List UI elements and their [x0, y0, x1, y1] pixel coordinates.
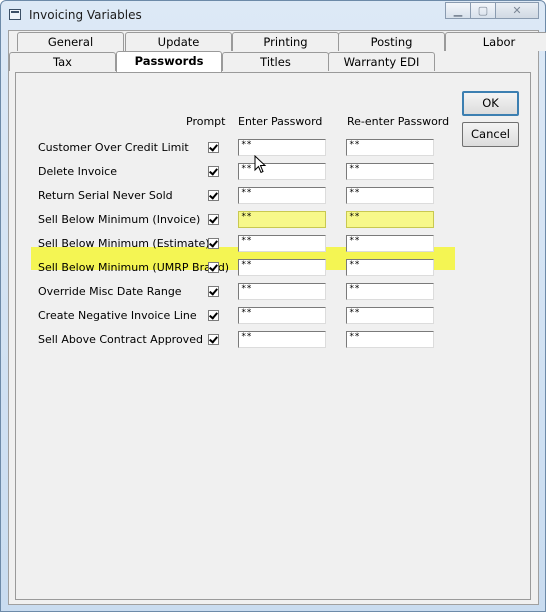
enter-password-header: Enter Password — [238, 115, 323, 128]
tab-tax[interactable]: Tax — [9, 52, 116, 71]
window-icon — [9, 9, 21, 20]
prompt-checkbox[interactable] — [208, 190, 219, 201]
reenter-password-field[interactable]: ** — [346, 283, 434, 300]
caption-buttons: ▁ ▢ ✕ — [445, 2, 539, 20]
invoicing-variables-window: Invoicing Variables ▁ ▢ ✕ General Update… — [0, 0, 546, 612]
reenter-password-field[interactable]: ** — [346, 307, 434, 324]
prompt-checkbox[interactable] — [208, 142, 219, 153]
tab-general[interactable]: General — [17, 32, 124, 51]
enter-password-field[interactable]: ** — [238, 163, 326, 180]
tab-titles[interactable]: Titles — [222, 52, 329, 71]
tab-update[interactable]: Update — [125, 32, 232, 51]
ok-button[interactable]: OK — [462, 91, 519, 116]
row-label: Override Misc Date Range — [38, 285, 182, 298]
mouse-pointer-icon — [254, 155, 267, 174]
enter-password-field[interactable]: ** — [238, 187, 326, 204]
enter-password-field[interactable]: ** — [238, 259, 326, 276]
tab-printing[interactable]: Printing — [232, 32, 339, 51]
cancel-button[interactable]: Cancel — [462, 122, 519, 147]
reenter-password-field[interactable]: ** — [346, 235, 434, 252]
enter-password-field[interactable]: ** — [238, 211, 326, 228]
tab-posting[interactable]: Posting — [338, 32, 445, 51]
prompt-checkbox[interactable] — [208, 166, 219, 177]
tab-passwords[interactable]: Passwords — [116, 51, 222, 72]
enter-password-field[interactable]: ** — [238, 307, 326, 324]
enter-password-field[interactable]: ** — [238, 331, 326, 348]
row-label: Sell Above Contract Approved — [38, 333, 203, 346]
reenter-password-field[interactable]: ** — [346, 331, 434, 348]
row-label: Delete Invoice — [38, 165, 117, 178]
row-label: Create Negative Invoice Line — [38, 309, 197, 322]
window-title: Invoicing Variables — [29, 8, 142, 22]
enter-password-field[interactable]: ** — [238, 139, 326, 156]
row-label: Sell Below Minimum (UMRP Brand) — [38, 261, 230, 274]
maximize-button[interactable]: ▢ — [470, 2, 496, 19]
enter-password-field[interactable]: ** — [238, 235, 326, 252]
row-label: Customer Over Credit Limit — [38, 141, 189, 154]
enter-password-field[interactable]: ** — [238, 283, 326, 300]
prompt-checkbox[interactable] — [208, 286, 219, 297]
prompt-header: Prompt — [186, 115, 226, 128]
maximize-icon: ▢ — [477, 4, 489, 17]
prompt-checkbox[interactable] — [208, 310, 219, 321]
reenter-password-field[interactable]: ** — [346, 211, 434, 228]
reenter-password-field[interactable]: ** — [346, 163, 434, 180]
dialog-client-area: General Update Printing Posting Labor Ta… — [8, 30, 546, 605]
close-button[interactable]: ✕ — [495, 2, 539, 19]
passwords-panel: Prompt Enter Password Re-enter Password … — [15, 72, 531, 600]
prompt-checkbox[interactable] — [208, 214, 219, 225]
reenter-password-field[interactable]: ** — [346, 259, 434, 276]
minimize-icon: ▁ — [453, 4, 463, 17]
tab-warranty-edi[interactable]: Warranty EDI — [328, 52, 435, 71]
row-label: Sell Below Minimum (Invoice) — [38, 213, 201, 226]
minimize-button[interactable]: ▁ — [445, 2, 471, 19]
close-icon: ✕ — [512, 4, 522, 17]
title-bar[interactable]: Invoicing Variables ▁ ▢ ✕ — [1, 1, 545, 29]
row-label: Return Serial Never Sold — [38, 189, 173, 202]
row-label: Sell Below Minimum (Estimate) — [38, 237, 210, 250]
prompt-checkbox[interactable] — [208, 238, 219, 249]
reenter-password-header: Re-enter Password — [347, 115, 450, 128]
reenter-password-field[interactable]: ** — [346, 187, 434, 204]
reenter-password-field[interactable]: ** — [346, 139, 434, 156]
prompt-checkbox[interactable] — [208, 262, 219, 273]
tab-labor[interactable]: Labor — [445, 32, 546, 51]
prompt-checkbox[interactable] — [208, 334, 219, 345]
